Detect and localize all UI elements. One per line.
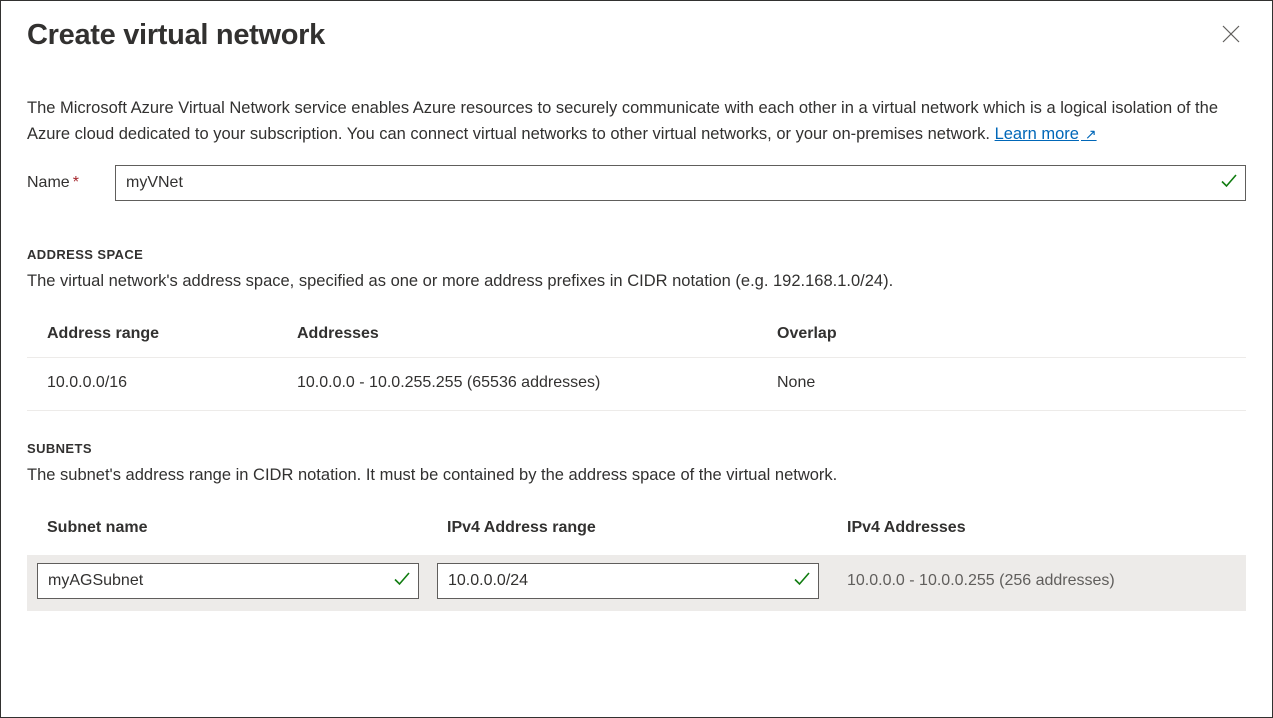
col-address-range: Address range: [27, 317, 277, 358]
subnet-name-input[interactable]: [37, 563, 419, 599]
external-link-icon: ↗: [1081, 126, 1097, 142]
panel-header: Create virtual network: [27, 19, 1246, 96]
close-icon: [1222, 25, 1240, 43]
name-input-wrap: [115, 165, 1246, 201]
address-space-header-row: Address range Addresses Overlap: [27, 317, 1246, 358]
subnet-addresses-text: 10.0.0.0 - 10.0.0.255 (256 addresses): [837, 572, 1115, 589]
subnet-addresses-cell: 10.0.0.0 - 10.0.0.255 (256 addresses): [827, 555, 1246, 611]
subnets-header-row: Subnet name IPv4 Address range IPv4 Addr…: [27, 511, 1246, 555]
learn-more-link[interactable]: Learn more ↗: [995, 125, 1097, 143]
col-addresses: Addresses: [277, 317, 757, 358]
cell-range: 10.0.0.0/16: [27, 358, 277, 411]
subnets-desc: The subnet's address range in CIDR notat…: [27, 466, 1246, 485]
cell-addresses: 10.0.0.0 - 10.0.255.255 (65536 addresses…: [277, 358, 757, 411]
subnet-name-cell: [27, 555, 427, 611]
subnets-heading: SUBNETS: [27, 441, 1246, 456]
col-ipv4-addresses: IPv4 Addresses: [827, 511, 1246, 555]
subnets-table: Subnet name IPv4 Address range IPv4 Addr…: [27, 511, 1246, 611]
create-vnet-panel: Create virtual network The Microsoft Azu…: [0, 0, 1273, 718]
close-button[interactable]: [1216, 19, 1246, 49]
subnet-row: 10.0.0.0 - 10.0.0.255 (256 addresses): [27, 555, 1246, 611]
col-ipv4-range: IPv4 Address range: [427, 511, 827, 555]
address-space-desc: The virtual network's address space, spe…: [27, 272, 1246, 291]
panel-title: Create virtual network: [27, 19, 325, 52]
intro-text: The Microsoft Azure Virtual Network serv…: [27, 96, 1237, 147]
address-space-heading: ADDRESS SPACE: [27, 247, 1246, 262]
subnet-range-cell: [427, 555, 827, 611]
name-input[interactable]: [115, 165, 1246, 201]
address-space-table: Address range Addresses Overlap 10.0.0.0…: [27, 317, 1246, 411]
col-overlap: Overlap: [757, 317, 1246, 358]
subnet-range-input[interactable]: [437, 563, 819, 599]
address-space-row: 10.0.0.0/16 10.0.0.0 - 10.0.255.255 (655…: [27, 358, 1246, 411]
required-indicator: *: [73, 174, 79, 191]
name-field-row: Name*: [27, 165, 1246, 201]
name-label: Name*: [27, 174, 115, 192]
cell-overlap: None: [757, 358, 1246, 411]
col-subnet-name: Subnet name: [27, 511, 427, 555]
